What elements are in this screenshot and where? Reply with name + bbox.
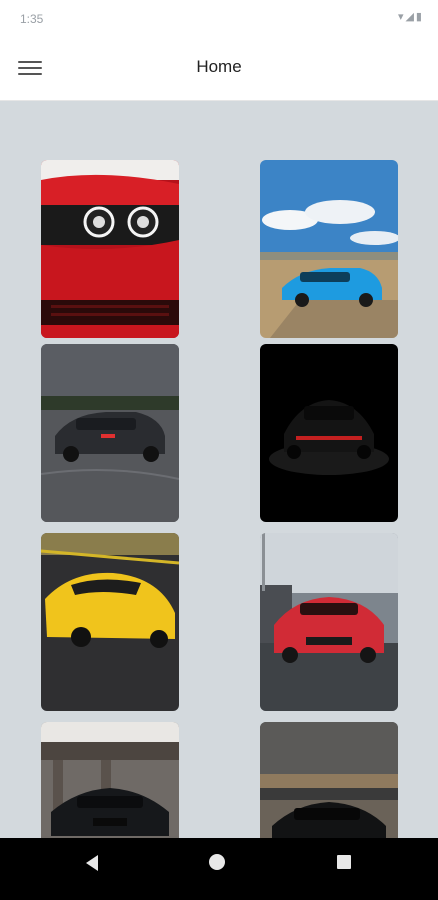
gallery-image-dark-car[interactable] (260, 722, 398, 838)
system-navigation-bar (0, 838, 438, 900)
gallery-image-blue-car[interactable] (260, 160, 398, 338)
image-grid (0, 101, 438, 838)
back-icon[interactable] (84, 854, 100, 872)
status-bar: 1:35 ▾◢▮ (0, 0, 438, 36)
gallery-image-red-car[interactable] (41, 160, 179, 338)
page-title: Home (196, 57, 242, 76)
status-icons: ▾◢▮ (397, 11, 424, 23)
recents-icon[interactable] (337, 855, 351, 869)
gallery-image-red-bmw[interactable] (260, 533, 398, 711)
home-icon[interactable] (209, 854, 225, 870)
gallery-image-black-audi[interactable] (41, 722, 179, 838)
app-bar: Home (0, 36, 438, 101)
gallery-image-gray-sedan[interactable] (41, 344, 179, 522)
gallery-image-black-car[interactable] (260, 344, 398, 522)
status-time: 1:35 (20, 12, 44, 26)
gallery-image-yellow-car[interactable] (41, 533, 179, 711)
